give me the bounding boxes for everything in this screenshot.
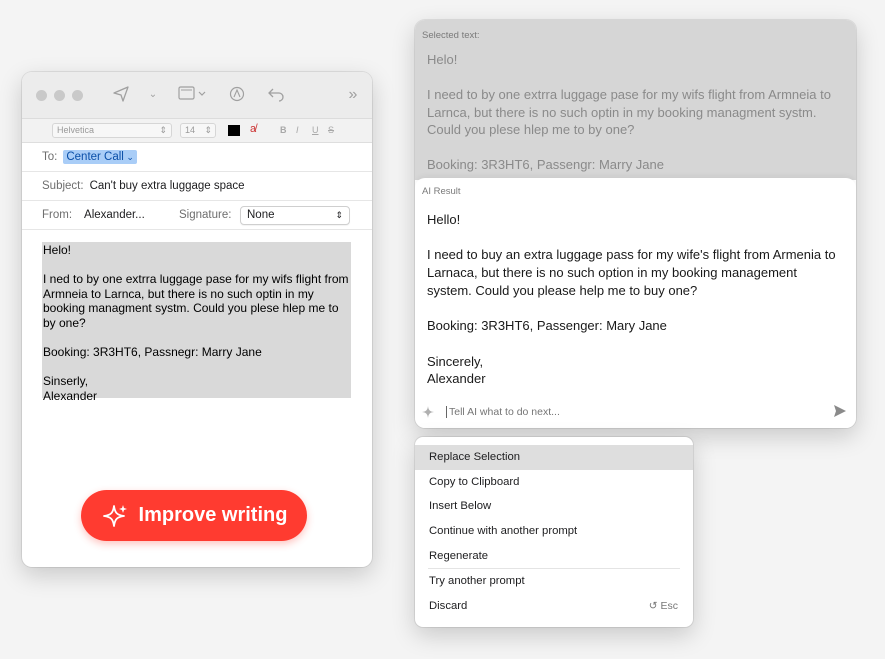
prompt-row — [415, 396, 856, 428]
chevron-down-icon: ⌄ — [123, 152, 134, 162]
signature-value: None — [247, 208, 275, 221]
sparkle-icon — [422, 406, 434, 418]
window-controls — [36, 89, 83, 101]
signature-select[interactable]: None ⇕ — [240, 205, 350, 225]
italic-button[interactable]: I — [296, 125, 299, 135]
chevron-down-icon[interactable]: ⌄ — [144, 86, 162, 104]
strikethrough-button[interactable]: S — [328, 125, 334, 135]
menu-item-copy-to-clipboard[interactable]: Copy to Clipboard — [415, 470, 693, 495]
shortcut-key: Esc — [660, 600, 678, 613]
signature-label: Signature: — [179, 209, 232, 221]
ai-action-menu: Replace Selection Copy to Clipboard Inse… — [415, 437, 693, 627]
from-row: From: Alexander... Signature: None ⇕ — [22, 201, 372, 230]
from-label: From: — [42, 209, 73, 221]
subject-row: Subject: Can't buy extra luggage space — [22, 172, 372, 201]
header-fields-icon[interactable] — [176, 86, 208, 104]
improve-writing-button[interactable]: Improve writing — [81, 490, 307, 541]
font-name: Helvetica — [57, 125, 95, 135]
more-icon[interactable]: » — [344, 86, 362, 104]
menu-item-insert-below[interactable]: Insert Below — [415, 494, 693, 519]
bold-button[interactable]: B — [280, 125, 287, 135]
close-window-button[interactable] — [36, 89, 47, 101]
menu-item-replace-selection[interactable]: Replace Selection — [415, 445, 693, 470]
minimize-window-button[interactable] — [54, 89, 65, 101]
ai-result-text[interactable]: Hello! I need to buy an extra luggage pa… — [422, 211, 844, 388]
stepper-icon: ⇕ — [335, 209, 343, 220]
improve-writing-label: Improve writing — [138, 504, 288, 526]
undo-icon: ↺ — [648, 600, 661, 613]
to-label: To: — [42, 151, 58, 163]
selected-text: Helo! I need to by one extrra luggage pa… — [427, 52, 831, 172]
selected-text-area: Selected text: Helo! I need to by one ex… — [415, 20, 856, 180]
ai-prompt-input[interactable] — [446, 406, 816, 418]
menu-item-try-another-prompt[interactable]: Try another prompt — [415, 569, 693, 594]
to-row: To: Center Call ⌄ — [22, 143, 372, 172]
font-select[interactable]: Helvetica ⇕ — [52, 123, 172, 138]
stepper-icon: ⇕ — [204, 125, 212, 135]
recipient-name: Center Call — [66, 151, 124, 163]
format-bar: Helvetica ⇕ 14 ⇕ a̸ B I U S — [22, 119, 372, 143]
text-color-swatch[interactable] — [228, 125, 240, 136]
ai-panel: Selected text: Helo! I need to by one ex… — [415, 20, 856, 428]
discard-label: Discard — [429, 600, 468, 613]
selected-text-label: Selected text: — [422, 30, 480, 41]
font-size-value: 14 — [185, 125, 196, 135]
send-icon[interactable] — [112, 86, 130, 104]
mail-toolbar: ⌄ » — [22, 72, 372, 119]
stepper-icon: ⇕ — [159, 125, 167, 135]
ai-result-label: AI Result — [422, 186, 461, 197]
menu-item-continue-with-another-prompt[interactable]: Continue with another prompt — [415, 519, 693, 544]
ai-result-area: AI Result Hello! I need to buy an extra … — [415, 178, 856, 428]
message-body-selected[interactable]: Helo! I ned to by one extrra luggage pas… — [42, 242, 351, 403]
highlight-color-icon[interactable]: a̸ — [250, 123, 256, 135]
sparkles-icon — [102, 504, 127, 527]
font-size-select[interactable]: 14 ⇕ — [180, 123, 216, 138]
mail-compose-window: ⌄ » Helvetica ⇕ 14 ⇕ a̸ B I U S To: Center… — [22, 72, 372, 567]
menu-item-regenerate[interactable]: Regenerate — [415, 544, 693, 569]
markup-icon[interactable] — [228, 86, 246, 104]
subject-field[interactable]: Can't buy extra luggage space — [90, 180, 245, 192]
underline-button[interactable]: U — [312, 125, 319, 135]
zoom-window-button[interactable] — [72, 89, 83, 101]
reply-icon[interactable] — [267, 86, 285, 104]
subject-label: Subject: — [42, 180, 84, 192]
send-icon[interactable] — [833, 404, 847, 418]
discard-shortcut: ↺ Esc — [649, 594, 678, 619]
menu-item-discard[interactable]: Discard ↺ Esc — [415, 594, 693, 619]
recipient-chip[interactable]: Center Call ⌄ — [63, 150, 137, 164]
from-field[interactable]: Alexander... — [84, 209, 145, 221]
